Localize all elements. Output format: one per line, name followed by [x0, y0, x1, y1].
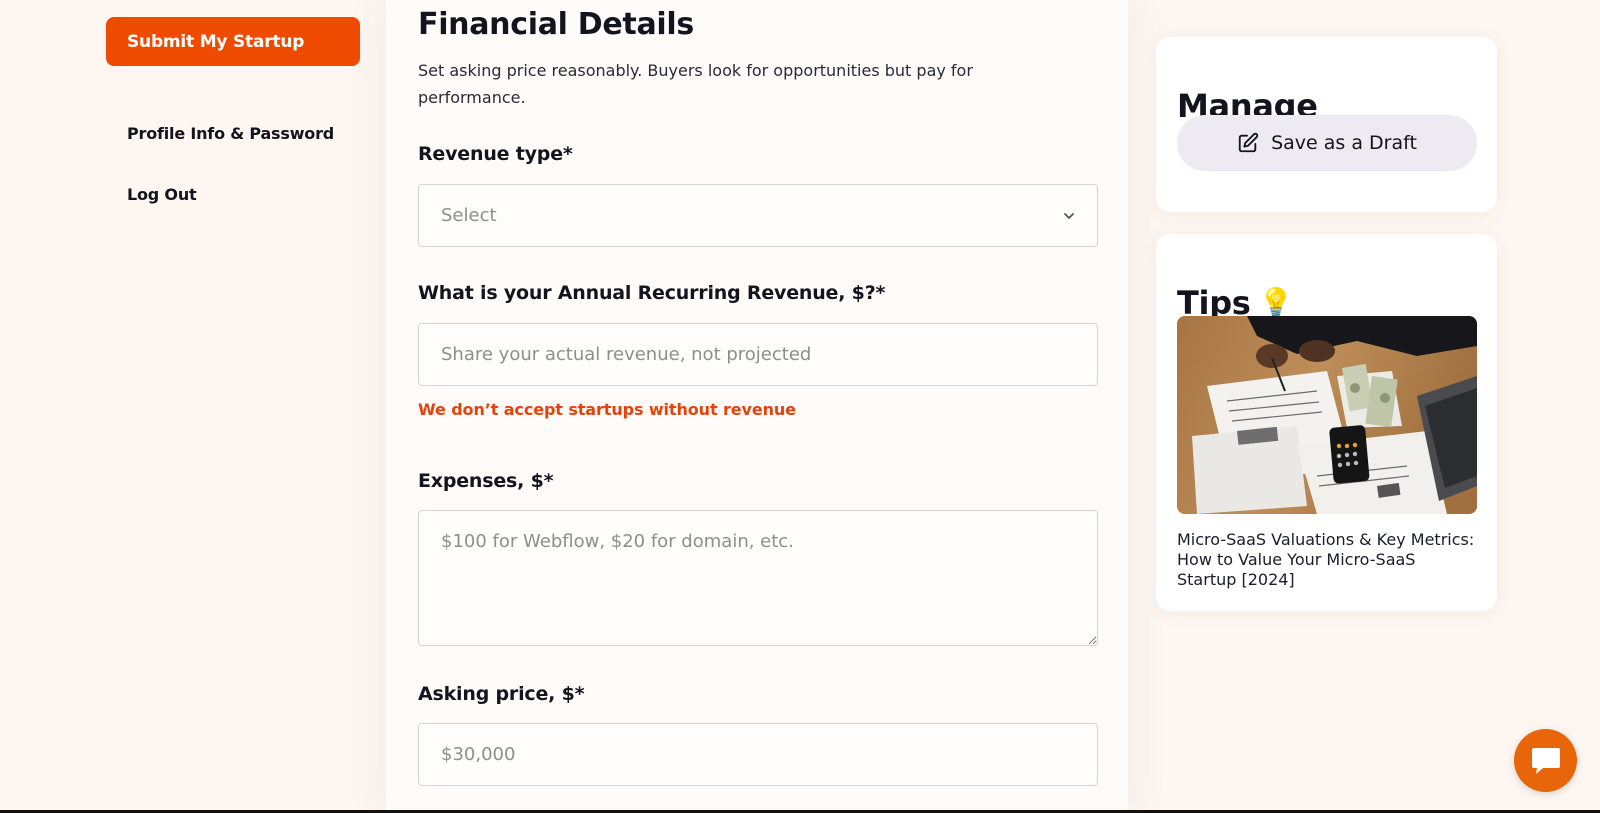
chat-icon — [1531, 747, 1560, 774]
arr-label: What is your Annual Recurring Revenue, $… — [418, 282, 886, 304]
tips-article-link[interactable]: Micro-SaaS Valuations & Key Metrics: How… — [1177, 530, 1477, 590]
sidebar: Submit My Startup Profile Info & Passwor… — [106, 17, 360, 204]
sidebar-item-logout[interactable]: Log Out — [127, 185, 360, 204]
edit-icon — [1238, 132, 1259, 153]
asking-price-label: Asking price, $* — [418, 683, 585, 705]
save-draft-label: Save as a Draft — [1271, 132, 1417, 154]
revenue-type-select[interactable]: Select — [418, 184, 1098, 247]
arr-error-message: We don’t accept startups without revenue — [418, 400, 796, 419]
revenue-type-selected: Select — [441, 205, 497, 226]
page: Submit My Startup Profile Info & Passwor… — [0, 0, 1600, 813]
save-draft-button[interactable]: Save as a Draft — [1177, 115, 1477, 171]
desk-finance-illustration — [1177, 316, 1477, 514]
asking-price-input[interactable] — [418, 723, 1098, 786]
revenue-type-label: Revenue type* — [418, 143, 573, 165]
financial-form: Financial Details Set asking price reaso… — [418, 0, 1098, 786]
arr-input[interactable] — [418, 323, 1098, 386]
manage-card: Manage Save as a Draft — [1156, 37, 1497, 212]
tips-card: Tips 💡 Micro-SaaS Valuations & Key Metri… — [1156, 234, 1497, 611]
sidebar-item-profile[interactable]: Profile Info & Password — [127, 124, 360, 143]
expenses-label: Expenses, $* — [418, 470, 554, 492]
submit-startup-button[interactable]: Submit My Startup — [106, 17, 360, 66]
form-subtitle: Set asking price reasonably. Buyers look… — [418, 61, 973, 107]
expenses-textarea[interactable] — [418, 510, 1098, 646]
chat-button[interactable] — [1514, 729, 1577, 792]
tips-article-image[interactable] — [1177, 316, 1477, 514]
page-title: Financial Details — [418, 7, 694, 42]
main-panel: Financial Details Set asking price reaso… — [386, 0, 1128, 813]
chevron-down-icon — [1064, 212, 1074, 219]
